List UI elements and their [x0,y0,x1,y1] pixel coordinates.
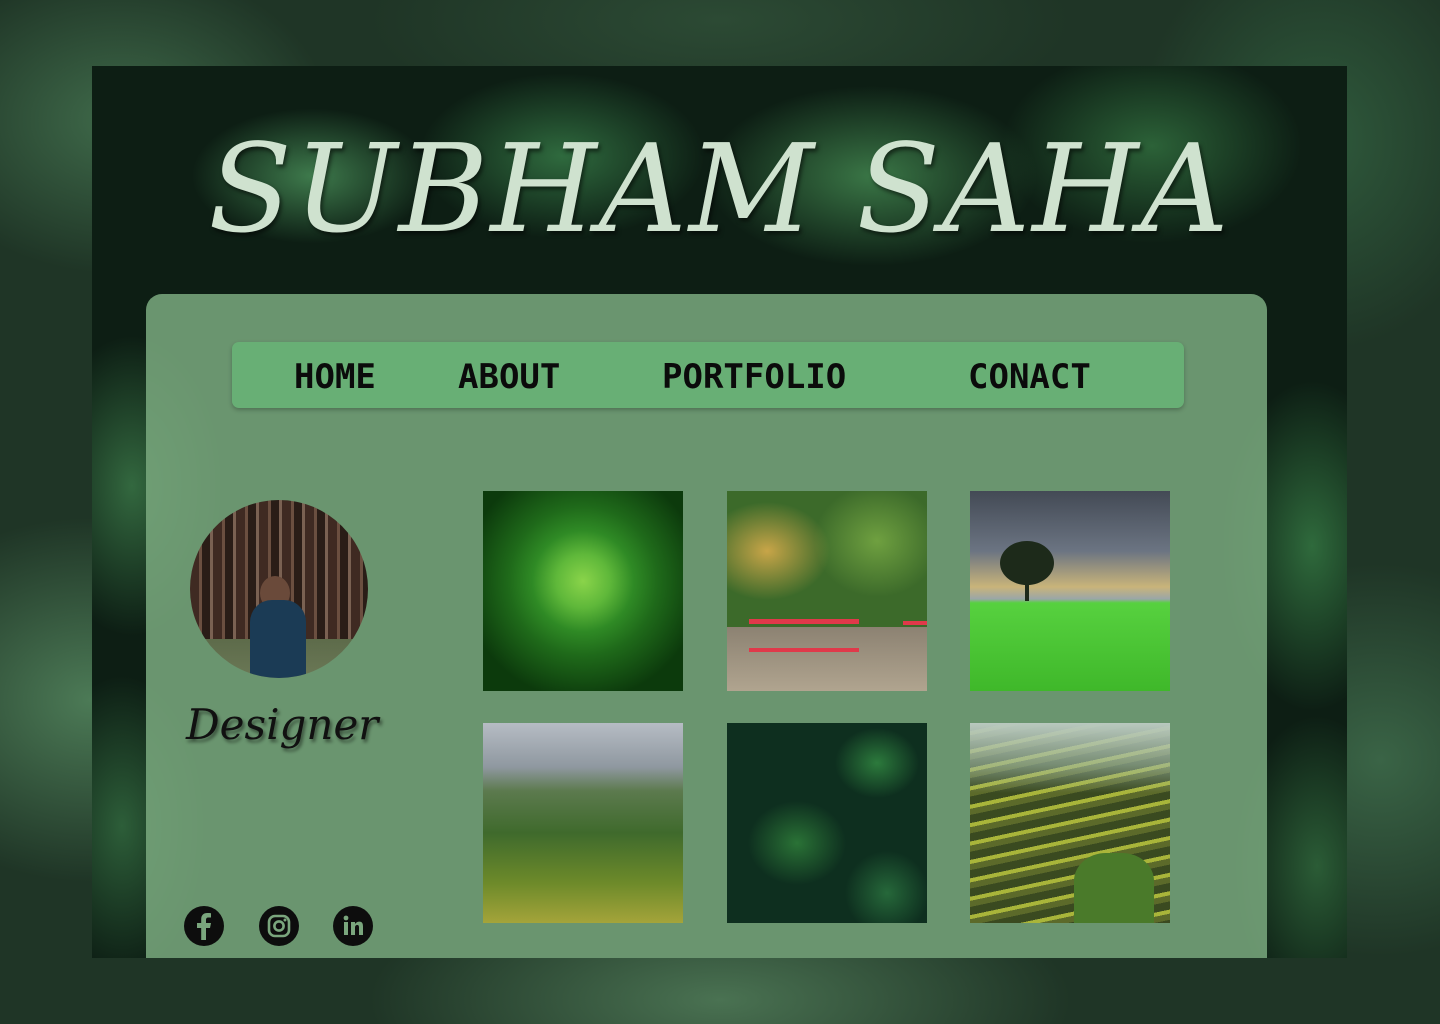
avatar-person-body [250,600,306,678]
gallery-image-field-tree[interactable] [970,491,1170,691]
facebook-icon[interactable] [184,906,224,946]
nav-home[interactable]: HOME [294,357,376,397]
main-nav: HOME ABOUT PORTFOLIO CONACT [232,342,1184,408]
gallery-image-fern[interactable] [483,491,683,691]
gallery-image-foliage[interactable] [727,723,927,923]
terrace-bush [1074,853,1154,923]
site-title: SUBHAM SAHA [208,118,1231,260]
gallery-image-valley[interactable] [483,723,683,923]
instagram-icon[interactable] [259,906,299,946]
bridge-rail [749,619,859,652]
nav-about[interactable]: ABOUT [458,357,560,397]
gallery-image-bridge[interactable] [727,491,927,691]
gallery-image-terraces[interactable] [970,723,1170,923]
terrace-mist [970,723,1170,793]
nav-contact[interactable]: CONACT [968,357,1091,397]
role-label: Designer [186,700,379,749]
profile-avatar [190,500,368,678]
linkedin-icon[interactable] [333,906,373,946]
bridge-rail-far [903,621,927,647]
nav-portfolio[interactable]: PORTFOLIO [662,357,846,397]
tree-trunk [1025,579,1029,601]
